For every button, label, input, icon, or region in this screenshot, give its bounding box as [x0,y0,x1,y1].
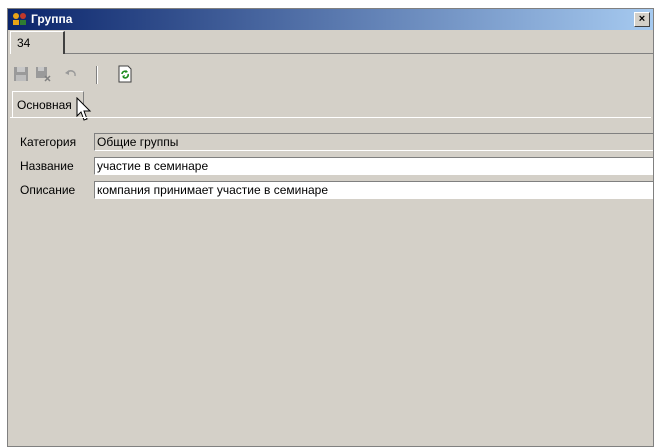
toolbar-separator [96,66,98,84]
save-icon [14,67,28,81]
undo-icon [65,70,76,77]
undo-button[interactable] [62,65,82,85]
close-button[interactable]: × [634,12,650,27]
delete-icon [36,67,51,82]
record-tab-label: 34 [17,36,31,50]
tab-divider [65,53,653,54]
category-field[interactable]: Общие группы [94,133,653,151]
title-bar[interactable]: Группа × [8,9,653,30]
group-icon [12,12,28,26]
description-label: Описание [20,183,76,197]
delete-button[interactable] [34,65,54,85]
refresh-button[interactable] [116,65,136,85]
form-panel: Категория Общие группы Название участие … [10,117,653,446]
group-window: Группа × 34 Основная Категория Общие гру… [7,8,654,447]
tab-record[interactable]: 34 [10,31,65,54]
main-tab-label: Основная [17,98,72,112]
name-field[interactable]: участие в семинаре [94,157,653,175]
tab-main[interactable]: Основная [12,91,84,117]
refresh-icon [118,65,132,83]
name-label: Название [20,159,74,173]
save-button[interactable] [12,65,32,85]
window-title: Группа [31,12,73,26]
category-label: Категория [20,135,77,149]
description-field[interactable]: компания принимает участие в семинаре [94,181,653,199]
